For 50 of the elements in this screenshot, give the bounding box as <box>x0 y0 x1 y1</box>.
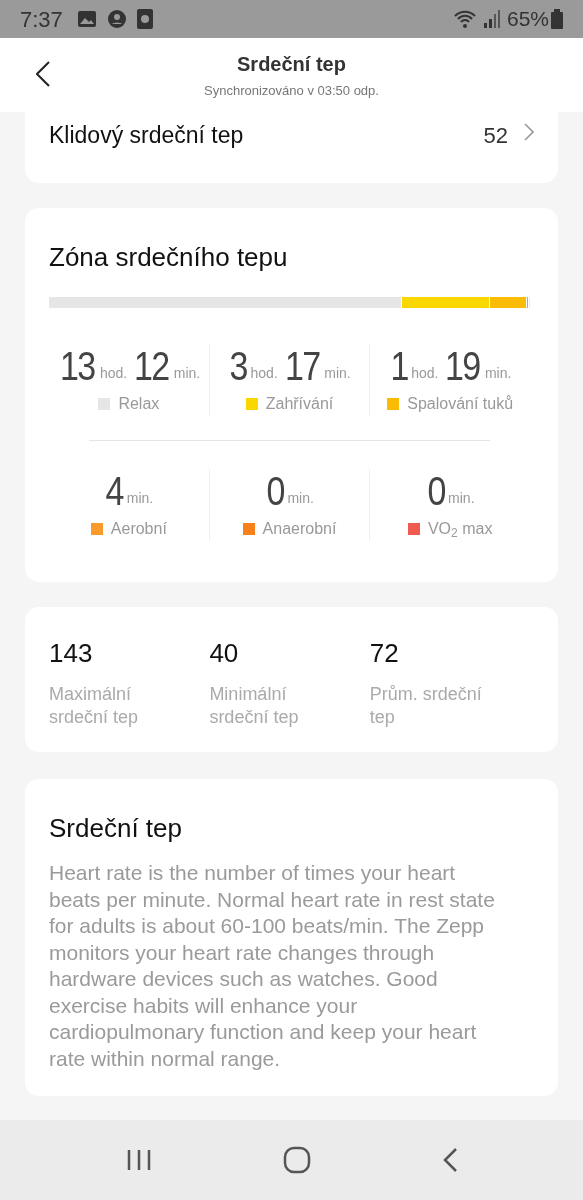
duration-unit: min. <box>324 364 351 383</box>
stat-value: 143 <box>49 637 94 669</box>
zone-label: Anaerobní <box>262 519 337 539</box>
zone-label: Zahřívání <box>265 394 334 414</box>
duration-number: 1 <box>390 344 408 388</box>
duration-number: 3 <box>229 344 247 388</box>
image-icon <box>76 10 97 28</box>
home-icon[interactable] <box>282 1146 311 1174</box>
duration-number: 0 <box>266 469 284 513</box>
duration-number: 4 <box>106 469 124 513</box>
zone-label: Aerobní <box>110 519 167 539</box>
duration-unit: min. <box>126 489 154 508</box>
page-title: Srdeční tep <box>237 52 346 78</box>
account-icon <box>106 9 127 29</box>
battery-percent: 65% <box>506 6 549 33</box>
back-icon[interactable] <box>36 61 50 87</box>
zone-label: Spalování tuků <box>407 394 514 414</box>
duration-number: 13 <box>60 344 95 388</box>
stat-value: 40 <box>209 637 240 669</box>
duration-number: 12 <box>134 344 169 388</box>
duration-unit: min. <box>173 364 201 383</box>
duration-unit: hod. <box>100 364 128 383</box>
row-value: 52 <box>483 122 508 150</box>
stat-label: Maximální srdeční tep <box>49 683 140 729</box>
duration-unit: min. <box>287 489 314 508</box>
card-title: Srdeční tep <box>49 812 183 845</box>
zone-label: Relax <box>118 394 160 414</box>
row-label: Klidový srdeční tep <box>49 121 244 150</box>
chevron-icon <box>524 123 534 141</box>
duration-unit: hod. <box>411 364 439 383</box>
stat-label: Prům. srdeční tep <box>369 683 483 729</box>
zone-label: VO$_{2}$ max <box>427 519 493 541</box>
duration-unit: min. <box>448 489 475 508</box>
wifi-icon <box>452 9 477 29</box>
info-paragraph: Heart rate is the number of times your heart beats per minute. Normal heart rate in rest state for adults is about 60-100 beats/min. The Zepp monitors your heart rate changes through hardware devices such as watches. Good exercise habits will enhance your cardiopulmonary function and keep your heart rate within normal range. <box>49 860 496 1072</box>
status-time: 7:37 <box>20 5 63 34</box>
duration-number: 0 <box>427 469 445 513</box>
sync-time: Synchronizováno v 03:50 odp. <box>204 82 379 101</box>
stat-value: 72 <box>369 637 400 669</box>
duration-number: 17 <box>284 344 320 388</box>
battery-icon <box>551 9 563 29</box>
card-title: Zóna srdečního tepu <box>49 241 289 274</box>
recent-apps-icon[interactable] <box>125 1148 152 1172</box>
signal-icon <box>482 9 501 29</box>
stat-label: Minimální srdeční tep <box>209 683 300 729</box>
resting-rate-row[interactable]: Klidový srdeční tep 52 <box>25 112 558 183</box>
back-nav-icon[interactable] <box>441 1147 458 1173</box>
duration-number: 19 <box>445 344 480 388</box>
duration-unit: hod. <box>250 364 278 383</box>
duration-unit: min. <box>484 364 512 383</box>
